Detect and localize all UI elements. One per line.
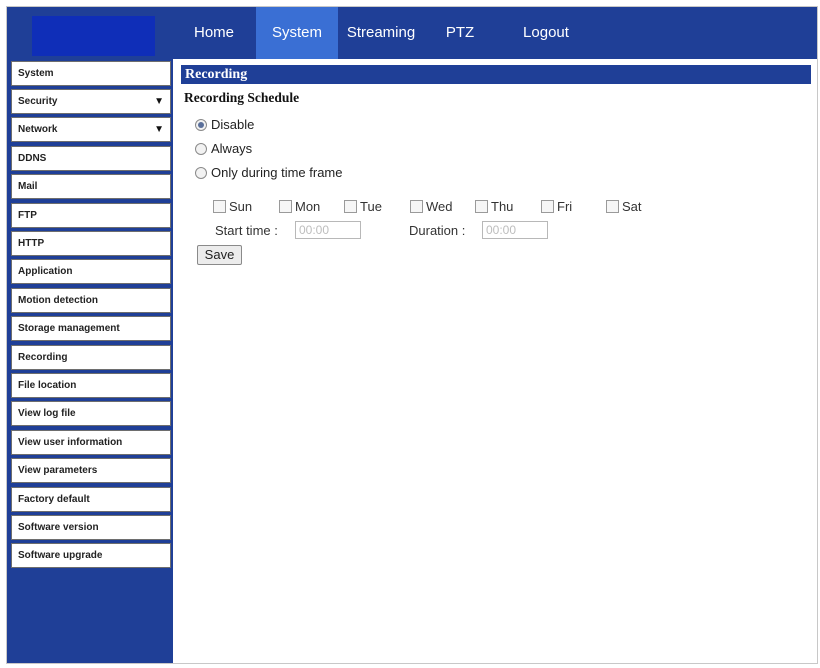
nav-logout[interactable]: Logout — [510, 7, 582, 59]
sidebar-item-label: System — [18, 68, 54, 79]
sidebar-item-label: Software upgrade — [18, 550, 103, 561]
day-label: Mon — [295, 199, 321, 214]
sidebar-item-view-parameters[interactable]: View parameters — [11, 458, 171, 483]
sidebar-item-label: View parameters — [18, 465, 98, 476]
checkbox-thu[interactable] — [475, 200, 488, 214]
radio-always[interactable] — [195, 142, 207, 155]
option-always-label: Always — [211, 141, 253, 156]
sidebar-item-label: Recording — [18, 352, 68, 363]
duration-label: Duration : — [409, 223, 466, 238]
nav-home[interactable]: Home — [181, 7, 247, 59]
nav-streaming[interactable]: Streaming — [338, 7, 424, 59]
sidebar-item-factory-default[interactable]: Factory default — [11, 487, 171, 512]
checkbox-mon[interactable] — [279, 200, 292, 214]
main-content: Recording Recording Schedule Disable Alw… — [173, 59, 817, 663]
sidebar-item-label: DDNS — [18, 153, 47, 164]
sidebar-item-system[interactable]: System — [11, 61, 171, 86]
nav-ptz[interactable]: PTZ — [434, 7, 486, 59]
sidebar-item-label: Network — [18, 124, 58, 135]
sidebar-item-label: FTP — [18, 210, 37, 221]
checkbox-sun[interactable] — [213, 200, 226, 214]
day-mon[interactable]: Mon — [279, 199, 320, 215]
sidebar-item-label: Factory default — [18, 494, 90, 505]
option-disable[interactable]: Disable — [195, 116, 254, 134]
radio-time-frame[interactable] — [195, 166, 207, 179]
radio-disable[interactable] — [195, 118, 207, 131]
sidebar-item-storage-management[interactable]: Storage management — [11, 316, 171, 341]
dropdown-arrow-icon: ▼ — [154, 124, 164, 135]
option-always[interactable]: Always — [195, 140, 252, 158]
nav-system[interactable]: System — [256, 7, 338, 59]
sidebar-item-view-log-file[interactable]: View log file — [11, 401, 171, 426]
sidebar-item-ddns[interactable]: DDNS — [11, 146, 171, 171]
checkbox-wed[interactable] — [410, 200, 423, 214]
sidebar-item-label: View user information — [18, 437, 123, 448]
sidebar-item-network[interactable]: Network ▼ — [11, 117, 171, 142]
sidebar-item-motion-detection[interactable]: Motion detection — [11, 288, 171, 313]
top-navigation-bar: Home System Streaming PTZ Logout — [7, 7, 817, 59]
sidebar-item-file-location[interactable]: File location — [11, 373, 171, 398]
sidebar-item-label: Motion detection — [18, 295, 98, 306]
day-label: Sat — [622, 199, 642, 214]
sidebar-item-mail[interactable]: Mail — [11, 174, 171, 199]
dropdown-arrow-icon: ▼ — [154, 96, 164, 107]
day-label: Tue — [360, 199, 382, 214]
day-sat[interactable]: Sat — [606, 199, 642, 215]
section-title-bar: Recording — [181, 65, 811, 84]
sidebar-item-ftp[interactable]: FTP — [11, 203, 171, 228]
day-label: Wed — [426, 199, 453, 214]
sidebar-item-label: Security — [18, 96, 58, 107]
day-wed[interactable]: Wed — [410, 199, 453, 215]
brand-logo — [32, 16, 155, 56]
sidebar-item-label: Application — [18, 266, 73, 277]
option-time-frame-label: Only during time frame — [211, 165, 343, 180]
day-sun[interactable]: Sun — [213, 199, 252, 215]
sidebar-item-software-upgrade[interactable]: Software upgrade — [11, 543, 171, 568]
checkbox-tue[interactable] — [344, 200, 357, 214]
day-label: Fri — [557, 199, 573, 214]
start-time-label: Start time : — [215, 223, 278, 238]
sidebar-item-view-user-information[interactable]: View user information — [11, 430, 171, 455]
day-label: Sun — [229, 199, 253, 214]
day-thu[interactable]: Thu — [475, 199, 513, 215]
save-button[interactable]: Save — [197, 245, 242, 265]
day-tue[interactable]: Tue — [344, 199, 382, 215]
checkbox-fri[interactable] — [541, 200, 554, 214]
day-fri[interactable]: Fri — [541, 199, 572, 215]
sidebar-item-security[interactable]: Security ▼ — [11, 89, 171, 114]
sidebar-item-label: File location — [18, 380, 77, 391]
recording-schedule-heading: Recording Schedule — [184, 90, 300, 105]
sidebar-item-label: HTTP — [18, 238, 45, 249]
sidebar-item-software-version[interactable]: Software version — [11, 515, 171, 540]
start-time-field[interactable]: 00:00 — [295, 221, 361, 239]
app-frame: Home System Streaming PTZ Logout System … — [6, 6, 818, 664]
sidebar-item-label: Software version — [18, 522, 99, 533]
sidebar-item-http[interactable]: HTTP — [11, 231, 171, 256]
sidebar-item-label: Mail — [18, 181, 38, 192]
day-label: Thu — [491, 199, 514, 214]
option-disable-label: Disable — [211, 117, 255, 132]
sidebar: System Security ▼ Network ▼ DDNS Mail FTP … — [7, 59, 173, 663]
sidebar-item-label: Storage management — [18, 323, 120, 334]
duration-field[interactable]: 00:00 — [482, 221, 548, 239]
option-time-frame[interactable]: Only during time frame — [195, 164, 343, 182]
sidebar-item-recording[interactable]: Recording — [11, 345, 171, 370]
checkbox-sat[interactable] — [606, 200, 619, 214]
sidebar-item-label: View log file — [18, 408, 76, 419]
sidebar-item-application[interactable]: Application — [11, 259, 171, 284]
